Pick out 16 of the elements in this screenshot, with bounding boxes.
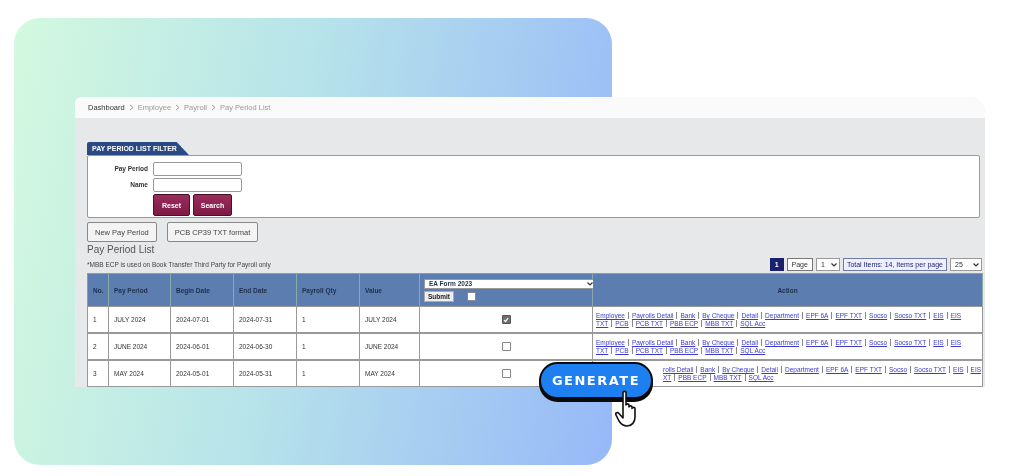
caret-icon (587, 281, 593, 286)
check-icon (503, 316, 509, 323)
row-checkbox[interactable] (501, 369, 511, 378)
row-checkbox[interactable] (501, 342, 511, 351)
section-title: Pay Period List (87, 243, 156, 256)
chevron-icon (128, 104, 134, 111)
caret-icon (830, 262, 837, 267)
row-checkbox[interactable] (501, 315, 511, 324)
select-all-checkbox[interactable] (467, 291, 477, 301)
input-field[interactable] (153, 177, 242, 192)
generate-button[interactable]: GENERATE (539, 362, 653, 399)
chevron-icon (175, 104, 181, 111)
pointer-hand-icon (615, 390, 637, 428)
chevron-icon (211, 104, 216, 111)
input-field[interactable] (153, 161, 242, 176)
caret-icon (973, 262, 979, 267)
